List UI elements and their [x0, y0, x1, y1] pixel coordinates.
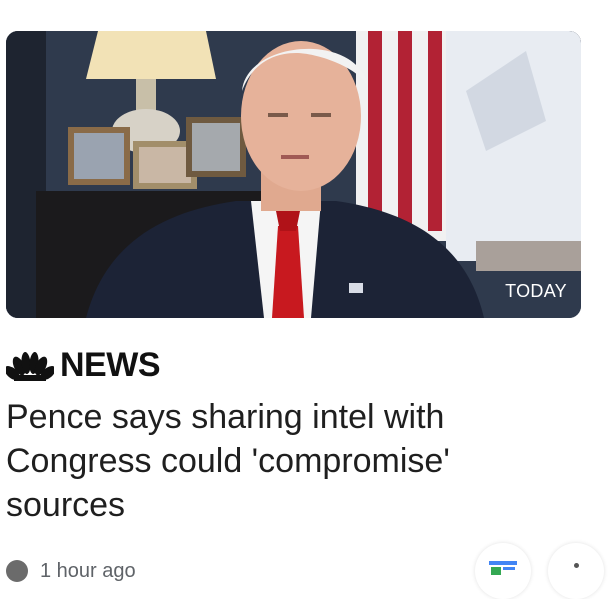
article-thumbnail[interactable]: TODAY	[6, 31, 581, 318]
thumbnail-illustration	[6, 31, 581, 318]
more-options-button[interactable]	[548, 543, 604, 599]
clock-icon	[6, 560, 28, 582]
meta-row: 1 hour ago	[6, 556, 136, 586]
time-ago: 1 hour ago	[40, 559, 136, 582]
source-name: NEWS	[60, 345, 161, 384]
article-headline[interactable]: Pence says sharing intel with Congress c…	[6, 395, 566, 527]
video-source-badge: TODAY	[505, 281, 567, 301]
nbc-peacock-icon	[6, 349, 54, 381]
more-vert-icon	[574, 563, 579, 568]
full-coverage-icon	[489, 561, 517, 575]
source-row[interactable]: NEWS	[6, 345, 161, 385]
full-coverage-button[interactable]	[475, 543, 531, 599]
